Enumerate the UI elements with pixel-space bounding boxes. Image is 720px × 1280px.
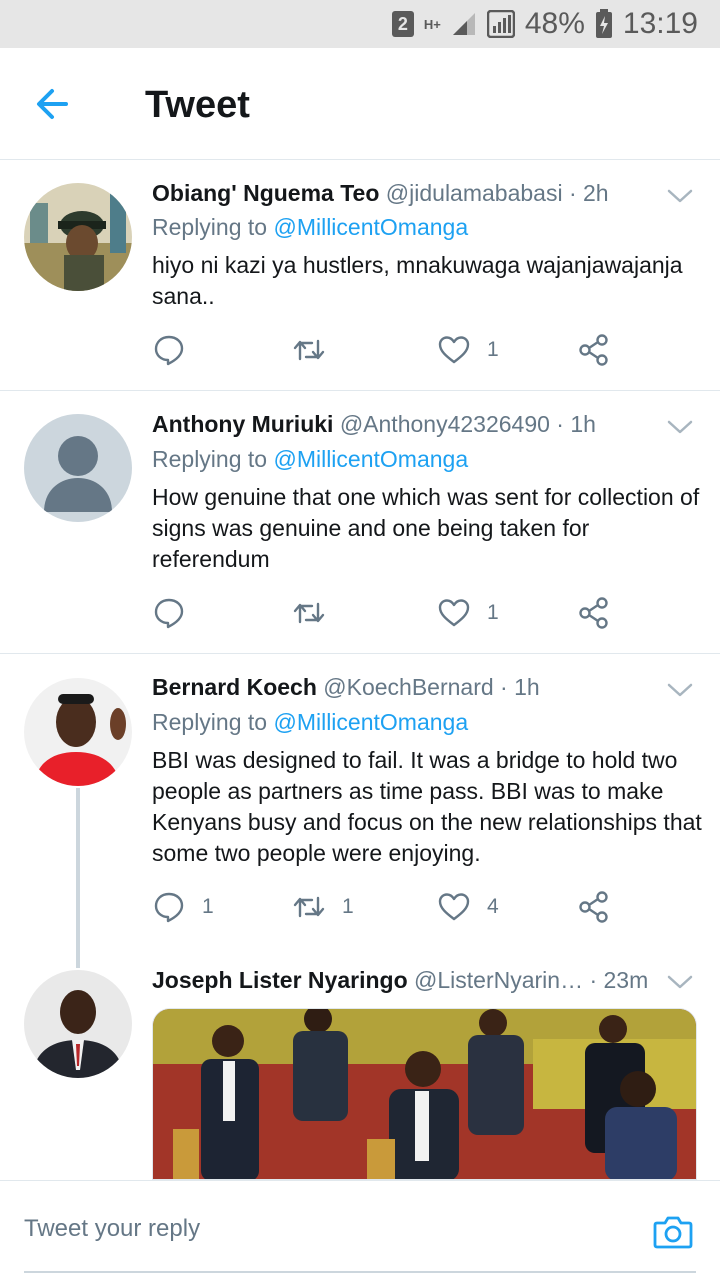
avatar[interactable] xyxy=(24,970,132,1078)
reply-icon xyxy=(154,335,184,366)
tweet-text: BBI was designed to fail. It was a bridg… xyxy=(152,747,702,866)
author-name[interactable]: Joseph Lister Nyaringo xyxy=(152,967,408,993)
replying-to: Replying to @MillicentOmanga xyxy=(152,214,469,240)
chevron-down-icon[interactable] xyxy=(666,680,694,700)
tweet-3[interactable]: Bernard Koech @KoechBernard · 1h Replyin… xyxy=(0,654,720,954)
network-type: H+ xyxy=(423,16,441,32)
author-handle[interactable]: @ListerNyarin… xyxy=(414,967,583,993)
tweet-time: · 1h xyxy=(556,411,596,437)
like-button[interactable]: 4 xyxy=(437,887,499,927)
tweet-text: How genuine that one which was sent for … xyxy=(152,484,700,572)
retweet-icon xyxy=(293,602,325,624)
avatar[interactable] xyxy=(24,183,132,291)
reply-button[interactable] xyxy=(152,593,202,633)
share-icon xyxy=(579,334,608,366)
reply-button[interactable] xyxy=(152,330,202,370)
share-button[interactable] xyxy=(577,593,611,633)
arrow-left-icon xyxy=(37,89,68,119)
back-button[interactable] xyxy=(32,84,80,124)
share-button[interactable] xyxy=(577,330,611,370)
author-handle[interactable]: @KoechBernard xyxy=(323,674,493,700)
tweet-time: · 2h xyxy=(568,180,609,206)
author-name[interactable]: Obiang' Nguema Teo xyxy=(152,180,379,206)
author-name[interactable]: Bernard Koech xyxy=(152,674,317,700)
battery-icon xyxy=(595,9,612,38)
retweet-icon xyxy=(293,339,325,361)
sim-badge: 2 xyxy=(391,11,414,37)
status-bar: 2 H+ 48% 13:19 xyxy=(0,0,720,48)
signal-icon-2 xyxy=(486,10,515,38)
retweet-button[interactable] xyxy=(292,593,342,633)
chevron-down-icon[interactable] xyxy=(666,186,694,206)
avatar[interactable] xyxy=(24,414,132,522)
page-title: Tweet xyxy=(145,84,250,126)
mention-link[interactable]: @MillicentOmanga xyxy=(273,446,468,472)
share-icon xyxy=(579,891,608,923)
reply-input[interactable]: Tweet your reply xyxy=(24,1215,200,1243)
replying-to: Replying to @MillicentOmanga xyxy=(152,446,469,472)
tweet-1[interactable]: Obiang' Nguema Teo @jidulamababasi · 2h … xyxy=(0,160,720,391)
camera-button[interactable] xyxy=(652,1211,694,1253)
reply-icon xyxy=(154,892,184,923)
retweet-button[interactable] xyxy=(292,330,342,370)
tweet-image[interactable] xyxy=(152,1008,697,1180)
reply-button[interactable]: 1 xyxy=(152,887,214,927)
camera-icon xyxy=(653,1216,693,1249)
like-button[interactable]: 1 xyxy=(437,593,499,633)
replying-to: Replying to @MillicentOmanga xyxy=(152,709,469,735)
battery-percent: 48% xyxy=(524,7,585,40)
author-name[interactable]: Anthony Muriuki xyxy=(152,411,333,437)
app-bar: Tweet xyxy=(0,48,720,160)
tweet-2[interactable]: Anthony Muriuki @Anthony42326490 · 1h Re… xyxy=(0,391,720,654)
reply-underline xyxy=(24,1271,696,1273)
tweet-text: hiyo ni kazi ya hustlers, mnakuwaga waja… xyxy=(152,252,683,309)
like-button[interactable]: 1 xyxy=(437,330,499,370)
signal-icon xyxy=(452,13,475,35)
avatar[interactable] xyxy=(24,678,132,786)
reply-bar: Tweet your reply xyxy=(0,1180,720,1280)
clock: 13:19 xyxy=(622,7,698,40)
heart-icon xyxy=(438,893,470,921)
share-button[interactable] xyxy=(577,887,611,927)
mention-link[interactable]: @MillicentOmanga xyxy=(273,214,468,240)
heart-icon xyxy=(438,599,470,627)
author-handle[interactable]: @Anthony42326490 xyxy=(340,411,550,437)
reply-icon xyxy=(154,598,184,629)
retweet-button[interactable]: 1 xyxy=(292,887,354,927)
author-handle[interactable]: @jidulamababasi xyxy=(386,180,563,206)
tweet-time: · 1h xyxy=(500,674,540,700)
mention-link[interactable]: @MillicentOmanga xyxy=(273,709,468,735)
tweet-time: · 23m xyxy=(589,967,648,993)
retweet-icon xyxy=(293,896,325,918)
share-icon xyxy=(579,597,608,629)
chevron-down-icon[interactable] xyxy=(666,417,694,437)
chevron-down-icon[interactable] xyxy=(666,972,694,992)
heart-icon xyxy=(438,336,470,364)
